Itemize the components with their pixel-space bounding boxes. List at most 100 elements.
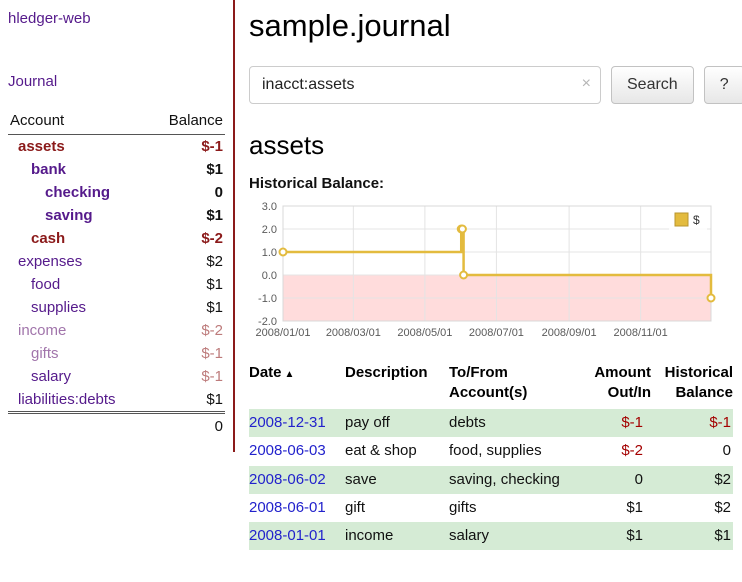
register-balance: 0 (651, 437, 733, 465)
account-section-title: assets (249, 130, 742, 161)
page-title: sample.journal (249, 8, 742, 44)
accounts-table: Account Balance assets$-1bank$1checking0… (8, 110, 225, 438)
register-header-description: Description (345, 361, 449, 409)
account-link[interactable]: income (8, 319, 149, 342)
register-date-link[interactable]: 2008-06-01 (249, 494, 345, 522)
register-header-accounts: To/From Account(s) (449, 361, 573, 409)
register-accounts: gifts (449, 494, 573, 522)
register-date-link[interactable]: 2008-12-31 (249, 409, 345, 437)
accounts-header-balance: Balance (149, 110, 225, 135)
search-form: × Search ? (249, 66, 742, 104)
account-row: saving$1 (8, 204, 225, 227)
account-link[interactable]: saving (8, 204, 149, 227)
register-header-row: Date▲ Description To/From Account(s) Amo… (249, 361, 733, 409)
account-row: income$-2 (8, 319, 225, 342)
account-link[interactable]: checking (8, 181, 149, 204)
account-table-body: assets$-1bank$1checking0saving$1cash$-2e… (8, 135, 225, 413)
account-link[interactable]: liabilities:debts (8, 388, 149, 413)
account-row: gifts$-1 (8, 342, 225, 365)
help-button[interactable]: ? (704, 66, 742, 104)
search-box: × (249, 66, 601, 104)
accounts-total-row: 0 (8, 413, 225, 439)
register-accounts: saving, checking (449, 466, 573, 494)
sidebar: hledger-web Journal Account Balance asse… (0, 0, 235, 452)
accounts-total-value: 0 (149, 413, 225, 439)
account-balance: $2 (149, 250, 225, 273)
app-title-link[interactable]: hledger-web (8, 10, 225, 27)
account-balance: $1 (149, 158, 225, 181)
x-axis-tick-label: 2008/03/01 (326, 327, 381, 339)
chart-title: Historical Balance: (249, 175, 742, 192)
account-link[interactable]: supplies (8, 296, 149, 319)
register-description: gift (345, 494, 449, 522)
account-balance: 0 (149, 181, 225, 204)
register-row: 2008-06-01giftgifts$1$2 (249, 494, 733, 522)
account-link[interactable]: gifts (8, 342, 149, 365)
register-date-link[interactable]: 2008-06-03 (249, 437, 345, 465)
register-balance: $1 (651, 522, 733, 550)
search-input[interactable] (249, 66, 601, 104)
account-balance: $1 (149, 388, 225, 413)
y-axis-tick-label: 3.0 (262, 201, 277, 213)
account-row: liabilities:debts$1 (8, 388, 225, 413)
y-axis-tick-label: 1.0 (262, 247, 277, 259)
x-axis-tick-label: 2008/11/01 (614, 327, 668, 339)
register-description: eat & shop (345, 437, 449, 465)
register-table-body: 2008-12-31pay offdebts$-1$-12008-06-03ea… (249, 409, 733, 550)
account-balance: $-2 (149, 227, 225, 250)
register-date-link[interactable]: 2008-01-01 (249, 522, 345, 550)
legend-swatch (675, 213, 688, 226)
account-balance: $-1 (149, 342, 225, 365)
register-balance: $2 (651, 466, 733, 494)
x-axis-tick-label: 2008/07/01 (469, 327, 524, 339)
account-link[interactable]: salary (8, 365, 149, 388)
account-link[interactable]: expenses (8, 250, 149, 273)
account-balance: $-1 (149, 135, 225, 159)
account-row: expenses$2 (8, 250, 225, 273)
register-header-date[interactable]: Date▲ (249, 361, 345, 409)
account-link[interactable]: cash (8, 227, 149, 250)
register-header-date-label: Date (249, 364, 282, 381)
register-accounts: debts (449, 409, 573, 437)
x-axis-tick-label: 2008/09/01 (542, 327, 597, 339)
account-row: salary$-1 (8, 365, 225, 388)
register-balance: $2 (651, 494, 733, 522)
account-link[interactable]: bank (8, 158, 149, 181)
register-row: 2008-01-01incomesalary$1$1 (249, 522, 733, 550)
register-date-link[interactable]: 2008-06-02 (249, 466, 345, 494)
register-accounts: food, supplies (449, 437, 573, 465)
register-row: 2008-12-31pay offdebts$-1$-1 (249, 409, 733, 437)
accounts-header-account: Account (8, 110, 149, 135)
accounts-header-row: Account Balance (8, 110, 225, 135)
y-axis-tick-label: 2.0 (262, 224, 277, 236)
y-axis-tick-label: -1.0 (258, 293, 277, 305)
register-row: 2008-06-02savesaving, checking0$2 (249, 466, 733, 494)
data-point-marker (460, 272, 467, 279)
x-axis-tick-label: 2008/01/01 (255, 327, 310, 339)
register-amount: 0 (573, 466, 651, 494)
y-axis-tick-label: 0.0 (262, 270, 277, 282)
search-button[interactable]: Search (611, 66, 694, 104)
clear-search-icon[interactable]: × (582, 75, 591, 93)
hledger-web-app: hledger-web Journal Account Balance asse… (0, 0, 742, 550)
register-header-balance: Historical Balance (651, 361, 733, 409)
register-table: Date▲ Description To/From Account(s) Amo… (249, 361, 733, 550)
data-point-marker (280, 249, 287, 256)
main-content: sample.journal × Search ? assets Histori… (235, 0, 742, 550)
account-link[interactable]: assets (8, 135, 149, 159)
account-row: bank$1 (8, 158, 225, 181)
register-description: income (345, 522, 449, 550)
register-amount: $1 (573, 494, 651, 522)
account-row: assets$-1 (8, 135, 225, 159)
x-axis-tick-label: 2008/05/01 (397, 327, 452, 339)
account-link[interactable]: food (8, 273, 149, 296)
register-description: save (345, 466, 449, 494)
data-point-marker (459, 226, 466, 233)
nav-journal-link[interactable]: Journal (8, 73, 225, 90)
accounts-total-spacer (8, 413, 149, 439)
account-balance: $-1 (149, 365, 225, 388)
sort-ascending-icon: ▲ (285, 369, 295, 380)
register-balance: $-1 (651, 409, 733, 437)
data-point-marker (708, 295, 715, 302)
account-row: supplies$1 (8, 296, 225, 319)
